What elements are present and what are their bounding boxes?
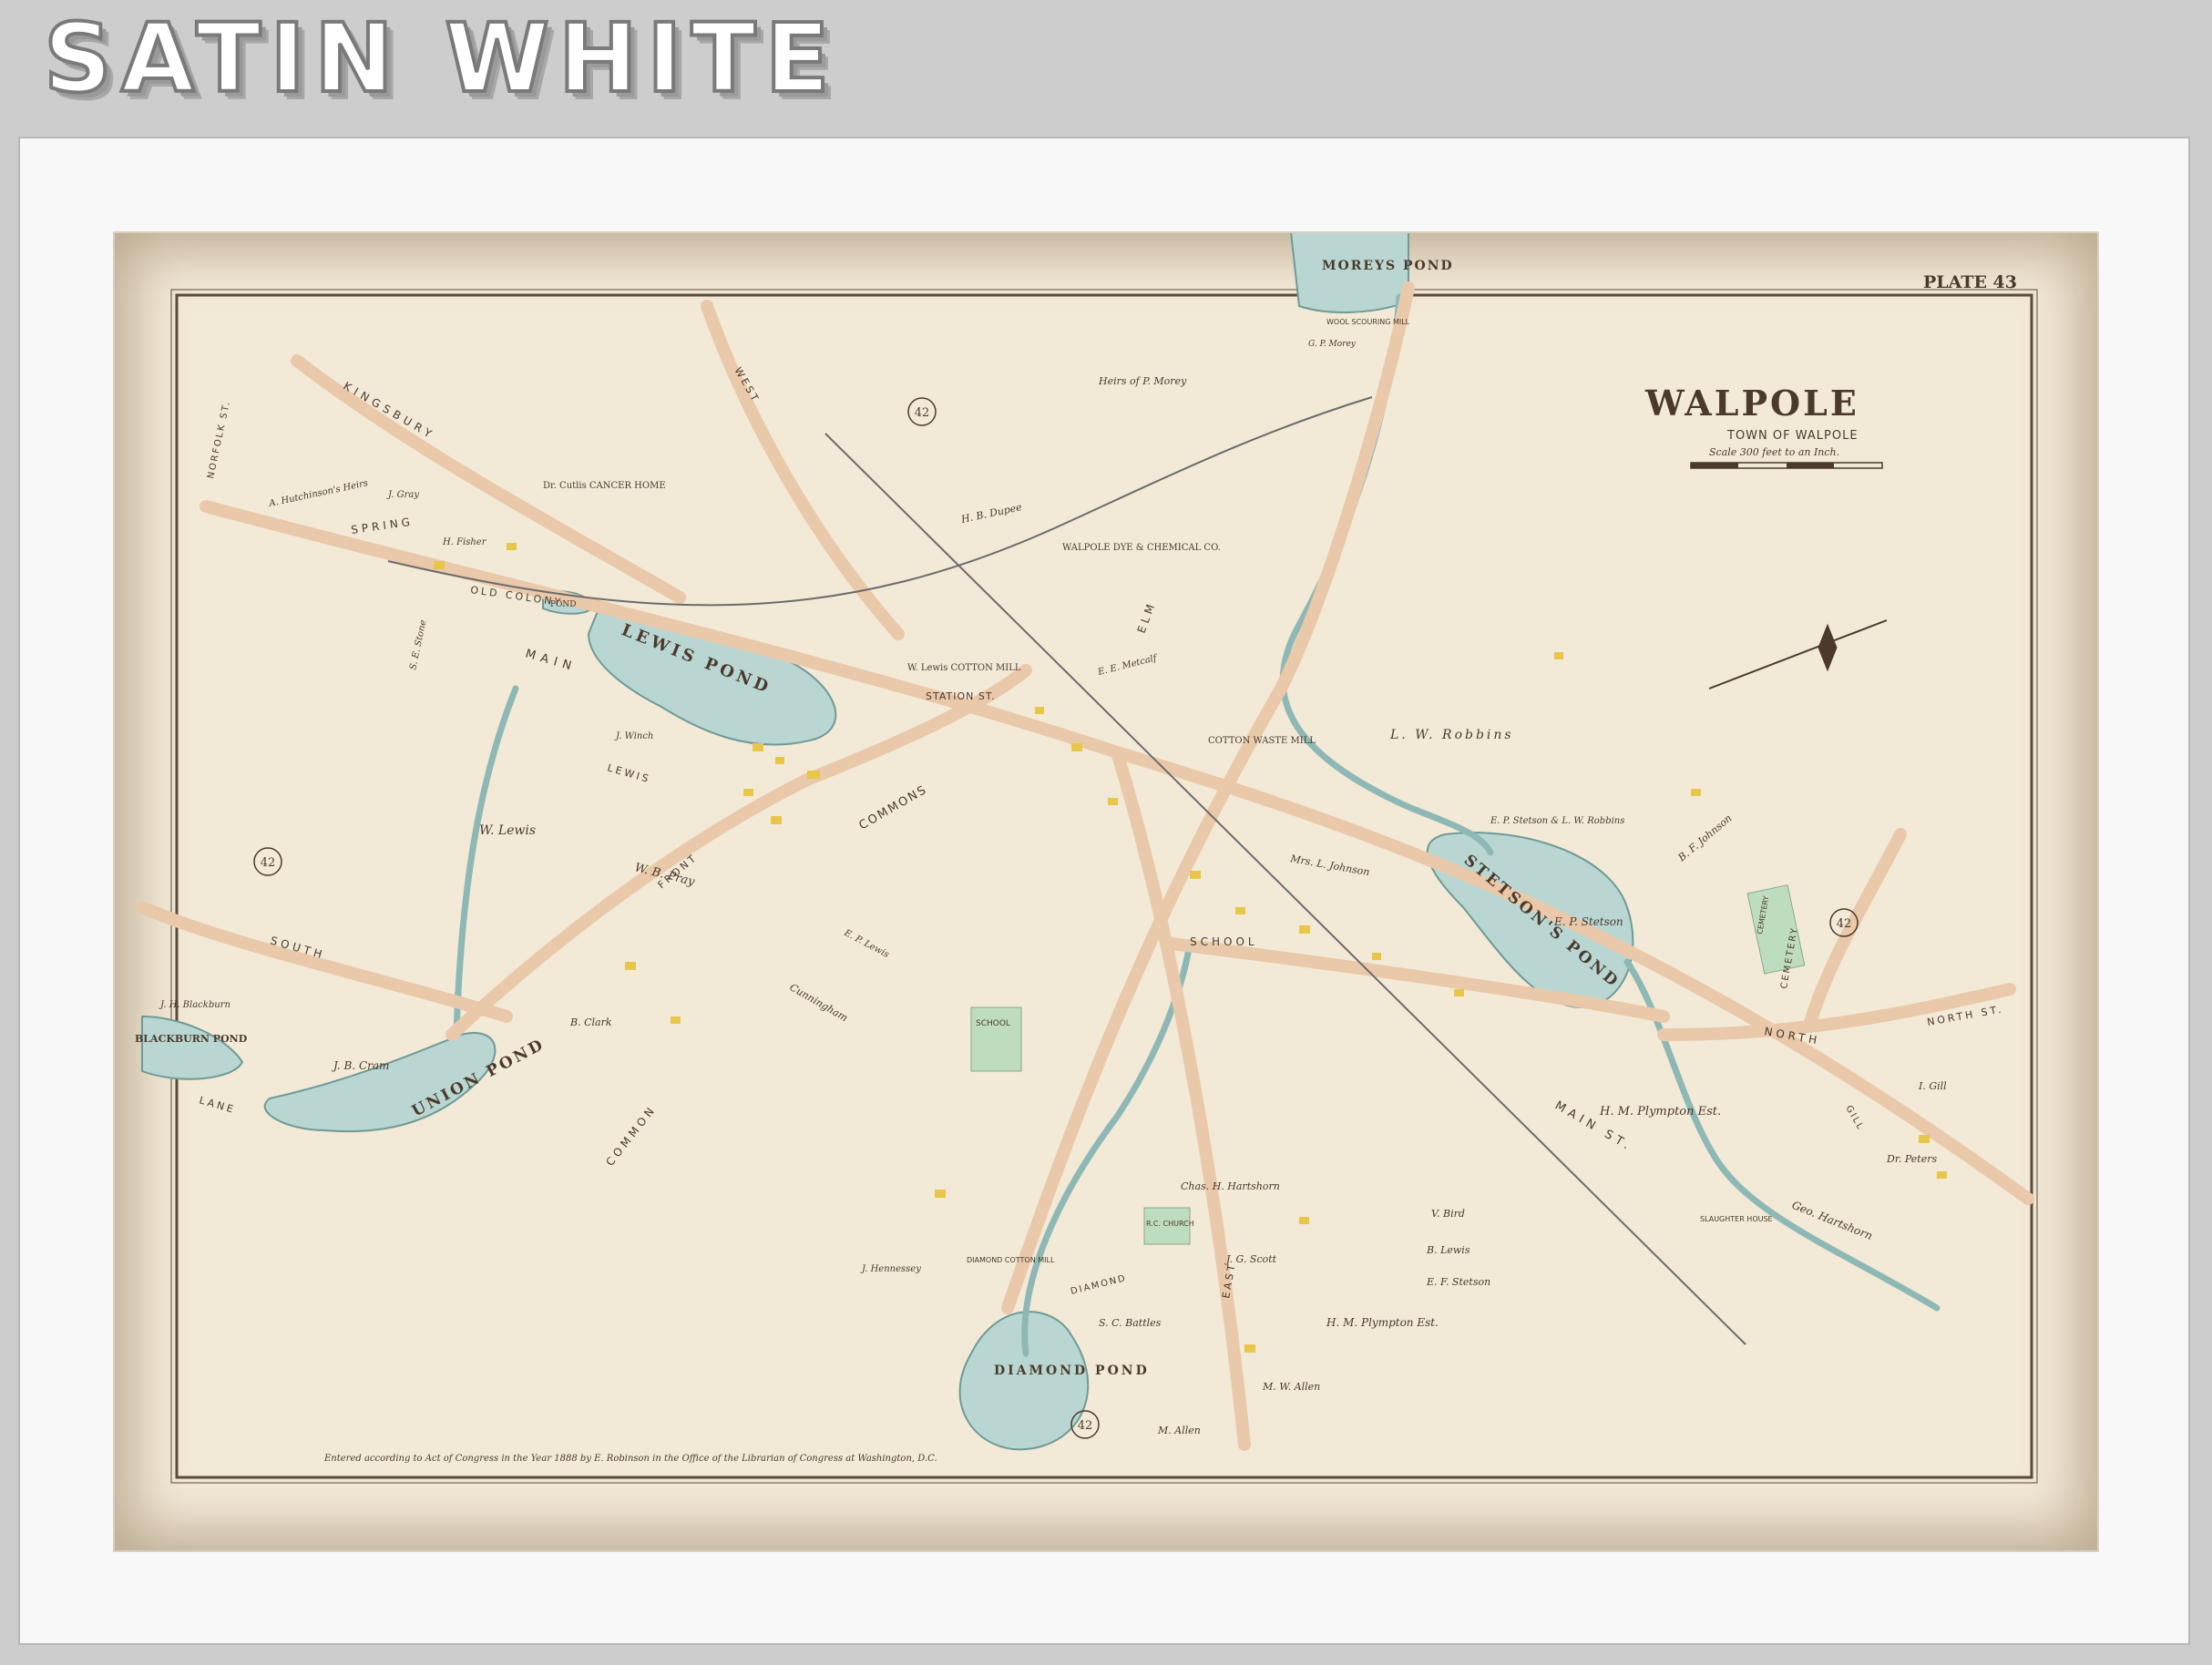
street-elm-label: ELM xyxy=(1135,599,1159,635)
owner-label: H. M. Plympton Est. xyxy=(1599,1105,1721,1119)
scale-bar-segment xyxy=(1787,463,1834,468)
diamond-mill-label: DIAMOND COTTON MILL xyxy=(967,1256,1055,1264)
street-lane-label: LANE xyxy=(198,1094,237,1116)
map-print: PLATE 43 WALPOLE TOWN OF WALPOLE Scale 3… xyxy=(115,233,2097,1550)
owner-label: H. Fisher xyxy=(442,537,487,547)
plate-ref-label: 42 xyxy=(1078,1419,1093,1433)
owner-label: J. B. Cram xyxy=(331,1059,389,1072)
owner-label: V. Bird xyxy=(1431,1208,1465,1220)
owner-label: M. W. Allen xyxy=(1262,1381,1320,1393)
blackburn-pond-label: BLACKBURN POND xyxy=(135,1033,248,1045)
street-gill-label: GILL xyxy=(1843,1104,1865,1132)
diamond-pond-label: DIAMOND POND xyxy=(994,1364,1150,1378)
plate-ref-label: 42 xyxy=(915,406,930,420)
school-lot xyxy=(970,1006,1022,1072)
owner-label: J. G. Scott xyxy=(1224,1253,1277,1265)
owner-label: E. E. Metcalf xyxy=(1096,653,1160,678)
scale-bar-segment xyxy=(1691,463,1738,468)
school-label: SCHOOL xyxy=(976,1019,1010,1028)
plate-ref-label: 42 xyxy=(261,856,276,870)
map-subtitle: TOWN OF WALPOLE xyxy=(1726,429,1859,443)
plate-number: PLATE 43 xyxy=(1923,272,2017,292)
road-main xyxy=(200,500,2034,1205)
owner-label: J. H. Blackburn xyxy=(159,1000,230,1010)
street-station-label: STATION ST. xyxy=(926,690,996,702)
owner-label: J. Gray xyxy=(386,490,419,500)
owner-label: H. M. Plympton Est. xyxy=(1326,1316,1439,1329)
road-west xyxy=(701,300,905,640)
owner-label: E. P. Lewis xyxy=(842,927,891,960)
street-norfolk-label: NORFOLK ST. xyxy=(206,400,232,480)
owner-label: H. B. Dupee xyxy=(959,501,1023,526)
rc-church-label: R.C. CHURCH xyxy=(1146,1220,1194,1228)
owner-label: J. Hennessey xyxy=(860,1264,921,1274)
owner-label: G. P. Morey xyxy=(1308,340,1357,349)
owner-label: Cunningham xyxy=(788,981,850,1024)
owner-label: Mrs. L. Johnson xyxy=(1288,853,1370,878)
owner-label: B. Lewis xyxy=(1426,1244,1470,1256)
cancer-home-label: Dr. Cutlis CANCER HOME xyxy=(543,481,666,491)
cotton-waste-mill-label: COTTON WASTE MILL xyxy=(1208,736,1316,746)
dye-works-label: WALPOLE DYE & CHEMICAL CO. xyxy=(1062,543,1221,553)
road-east-st xyxy=(1111,746,1251,1451)
owner-label: S. C. Battles xyxy=(1099,1317,1162,1329)
brook-south xyxy=(1021,940,1193,1357)
street-school-label: SCHOOL xyxy=(1190,935,1258,948)
owner-label: B. Clark xyxy=(569,1016,612,1028)
owner-label: Heirs of P. Morey xyxy=(1098,375,1187,387)
compass-star xyxy=(1818,623,1838,672)
street-common-label: COMMON xyxy=(603,1102,659,1168)
street-diamond-label: DIAMOND xyxy=(1070,1273,1128,1297)
owner-label: E. F. Stetson xyxy=(1426,1276,1490,1288)
moreys-pond-label: MOREYS POND xyxy=(1322,259,1454,273)
commons-label: COMMONS xyxy=(857,782,930,832)
compass-rose xyxy=(1708,619,1888,689)
owner-label: E. P. Stetson & L. W. Robbins xyxy=(1490,816,1624,826)
map-canvas: PLATE 43 WALPOLE TOWN OF WALPOLE Scale 3… xyxy=(135,233,2038,1484)
street-main-label: MAIN xyxy=(524,647,579,674)
banner-title: SATIN WHITE xyxy=(42,3,839,114)
plate-ref-label: 42 xyxy=(1837,917,1852,931)
owner-label: M. Allen xyxy=(1157,1425,1201,1436)
compass-needle-line xyxy=(1708,619,1888,689)
owner-label: S. E. Stone xyxy=(408,619,428,671)
railroad-old-colony xyxy=(387,396,1373,607)
wool-mill-label: WOOL SCOURING MILL xyxy=(1326,318,1410,326)
owner-label: B. F. Johnson xyxy=(1675,812,1735,864)
owner-label: L. W. Robbins xyxy=(1389,728,1514,742)
owner-label: Chas. H. Hartshorn xyxy=(1181,1180,1280,1192)
cotton-mill-label: W. Lewis COTTON MILL xyxy=(907,663,1021,673)
scale-bar xyxy=(1690,462,1883,469)
owner-label: A. Hutchinson's Heirs xyxy=(267,478,369,509)
map-title: WALPOLE xyxy=(1644,383,1859,424)
street-lewis-label: LEWIS xyxy=(606,761,652,785)
owner-label: Dr. Peters xyxy=(1886,1153,1937,1165)
copyright-note: Entered according to Act of Congress in … xyxy=(323,1454,937,1464)
street-spring-label: SPRING xyxy=(350,516,414,536)
owner-label: J. Winch xyxy=(614,731,653,741)
roads xyxy=(136,281,2034,1451)
owner-label: W. Lewis xyxy=(479,823,536,838)
owner-label: E. P. Stetson xyxy=(1553,915,1623,928)
blackburn-pond xyxy=(141,1015,244,1080)
scale-text: Scale 300 feet to an Inch. xyxy=(1709,446,1839,458)
owner-label: I. Gill xyxy=(1918,1080,1947,1092)
slaughter-house-label: SLAUGHTER HOUSE xyxy=(1700,1215,1773,1223)
